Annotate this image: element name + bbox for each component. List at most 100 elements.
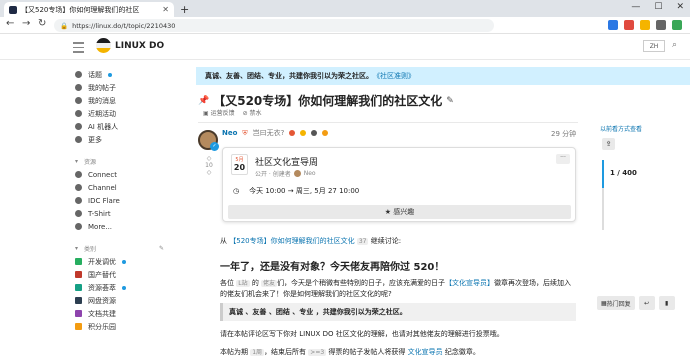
browser-tab[interactable]: 【又520专场】你如何理解我们的社区 ✕: [4, 2, 174, 17]
sidebar-item-topics[interactable]: 话题: [72, 68, 172, 81]
site-brand[interactable]: LINUX DO: [115, 41, 164, 51]
edit-title-icon[interactable]: ✎: [446, 96, 454, 106]
category-icon: [75, 297, 82, 304]
topic-tags: ▣ 运营反馈 ⊘ 禁水: [203, 108, 262, 117]
sidebar-item-activity[interactable]: 近期活动: [72, 107, 172, 120]
user-icon: [75, 84, 82, 91]
sidebar-item-idc[interactable]: IDC Flare: [72, 194, 172, 207]
post-date[interactable]: 29 分钟: [551, 129, 576, 139]
category-icon: [75, 258, 82, 265]
author-name[interactable]: Neo: [222, 129, 237, 137]
reply-icon: ↩: [644, 299, 650, 307]
extension-icon[interactable]: [640, 20, 650, 30]
sidebar-category[interactable]: 资源荟萃: [72, 281, 172, 294]
sidebar-category[interactable]: 网盘资源: [72, 294, 172, 307]
flair-icon: [322, 130, 329, 136]
paragraph: 本帖为期 1周 ，结束后所有 >=3 得票的帖子发帖人将获得 文化宣导员 纪念徽章…: [220, 348, 480, 356]
url-text: https://linux.do/t/topic/2210430: [72, 21, 176, 30]
flair-icon: [300, 130, 307, 136]
lock-icon: 🔒: [60, 21, 69, 30]
search-icon[interactable]: ⌕: [672, 40, 677, 50]
language-select[interactable]: ZH: [643, 40, 665, 52]
badge-link[interactable]: 文化宣导员: [408, 348, 443, 356]
tag-icon: ▣: [203, 110, 211, 117]
sidebar-category[interactable]: 积分乐园: [72, 320, 172, 333]
community-banner: 真诚、友善、团结、专业，共建你我引以为荣之社区。 《社区准则》: [196, 67, 690, 85]
sidebar: 话题 我的帖子 我的消息 近期活动 AI 机器人 更多 ▾ 资源 Connect …: [72, 68, 172, 333]
activity-icon: [75, 110, 82, 117]
extension-icon[interactable]: [624, 20, 634, 30]
resources-heading[interactable]: ▾ 资源: [72, 154, 172, 168]
topics-icon: [75, 71, 82, 78]
user-status: 岂曰无衣?: [252, 129, 285, 137]
event-name: 社区文化宣导周: [255, 158, 319, 168]
unread-dot: [108, 72, 112, 77]
sidebar-item-connect[interactable]: Connect: [72, 168, 172, 181]
tag[interactable]: ▣ 运营反馈: [203, 108, 235, 117]
event-date: 5月 20: [231, 154, 248, 175]
extension-icon[interactable]: [608, 20, 618, 30]
more-icon: [75, 136, 82, 143]
sidebar-category[interactable]: 开发调优: [72, 255, 172, 268]
favicon-icon: [9, 5, 17, 14]
chevron-down-icon: ▾: [75, 244, 79, 252]
event-menu-button[interactable]: ···: [556, 154, 570, 164]
edit-icon[interactable]: ✎: [159, 245, 164, 252]
bookmark-icon: ▮: [665, 299, 669, 307]
connect-icon: [75, 171, 82, 178]
extension-icon[interactable]: [656, 20, 666, 30]
close-tab-icon[interactable]: ✕: [162, 5, 169, 14]
sidebar-item-tshirt[interactable]: T-Shirt: [72, 207, 172, 220]
maximize-icon[interactable]: ☐: [654, 2, 662, 12]
extension-icons: [608, 20, 682, 30]
divider: [198, 122, 578, 123]
address-bar: ← → ↻ 🔒 https://linux.do/t/topic/2210430: [0, 17, 690, 34]
sidebar-item-ai-bot[interactable]: AI 机器人: [72, 120, 172, 133]
categories-heading[interactable]: ▾ 类别 ✎: [72, 241, 172, 255]
upvote-icon[interactable]: ◇: [203, 155, 215, 162]
badge-link[interactable]: 【文化宣导员】: [445, 279, 494, 287]
topic-link[interactable]: 【520专场】你如何理解我们的社区文化: [229, 237, 354, 245]
category-icon: [75, 310, 82, 317]
sidebar-category[interactable]: 文档共建: [72, 307, 172, 320]
sidebar-item-channel[interactable]: Channel: [72, 181, 172, 194]
window-close-icon[interactable]: ✕: [676, 2, 684, 12]
sidebar-item-more[interactable]: 更多: [72, 133, 172, 146]
event-time: ◷ 今天 10:00 → 周三, 5月 27 10:00: [233, 187, 360, 195]
new-tab-icon[interactable]: +: [180, 3, 189, 16]
footer-actions: ▦ 热门回复 ↩ ▮: [597, 296, 675, 310]
jump-top-button[interactable]: ⇪: [602, 138, 615, 150]
top-icon: ⇪: [605, 140, 612, 148]
site-logo[interactable]: [96, 38, 111, 53]
category-icon: [75, 284, 82, 291]
forward-icon[interactable]: →: [22, 18, 30, 29]
view-mode-link[interactable]: 以前看方式查看: [600, 124, 690, 133]
guidelines-link[interactable]: 《社区准则》: [373, 71, 415, 81]
minimize-icon[interactable]: —: [631, 2, 640, 12]
link-count: 37: [356, 238, 369, 245]
extension-icon[interactable]: [672, 20, 682, 30]
tshirt-icon: [75, 210, 82, 217]
tag-icon: ⊘: [242, 110, 250, 117]
interested-button[interactable]: ★ 感兴趣: [228, 205, 571, 219]
flair-icon: [311, 130, 318, 136]
sidebar-item-my-posts[interactable]: 我的帖子: [72, 81, 172, 94]
reply-button[interactable]: ↩: [638, 296, 655, 310]
tag[interactable]: ⊘ 禁水: [243, 108, 262, 117]
bookmark-button[interactable]: ▮: [658, 296, 675, 310]
hamburger-icon[interactable]: [73, 42, 84, 56]
timeline-handle[interactable]: [602, 160, 604, 188]
channel-icon: [75, 184, 82, 191]
robot-icon: [75, 123, 82, 130]
topic-title: 📌 【又520专场】你如何理解我们的社区文化 ✎: [198, 94, 454, 108]
downvote-icon[interactable]: ◇: [203, 169, 215, 176]
intro-line: 从 【520专场】你如何理解我们的社区文化 37 继续讨论:: [220, 237, 402, 245]
hot-reply-button[interactable]: ▦ 热门回复: [597, 296, 635, 310]
vote-widget: ◇ 10 ◇: [203, 155, 215, 176]
url-field[interactable]: 🔒 https://linux.do/t/topic/2210430: [54, 19, 494, 32]
sidebar-item-messages[interactable]: 我的消息: [72, 94, 172, 107]
back-icon[interactable]: ←: [6, 18, 14, 29]
sidebar-item-more-resources[interactable]: More...: [72, 220, 172, 233]
sidebar-category[interactable]: 国产替代: [72, 268, 172, 281]
reload-icon[interactable]: ↻: [38, 18, 46, 29]
